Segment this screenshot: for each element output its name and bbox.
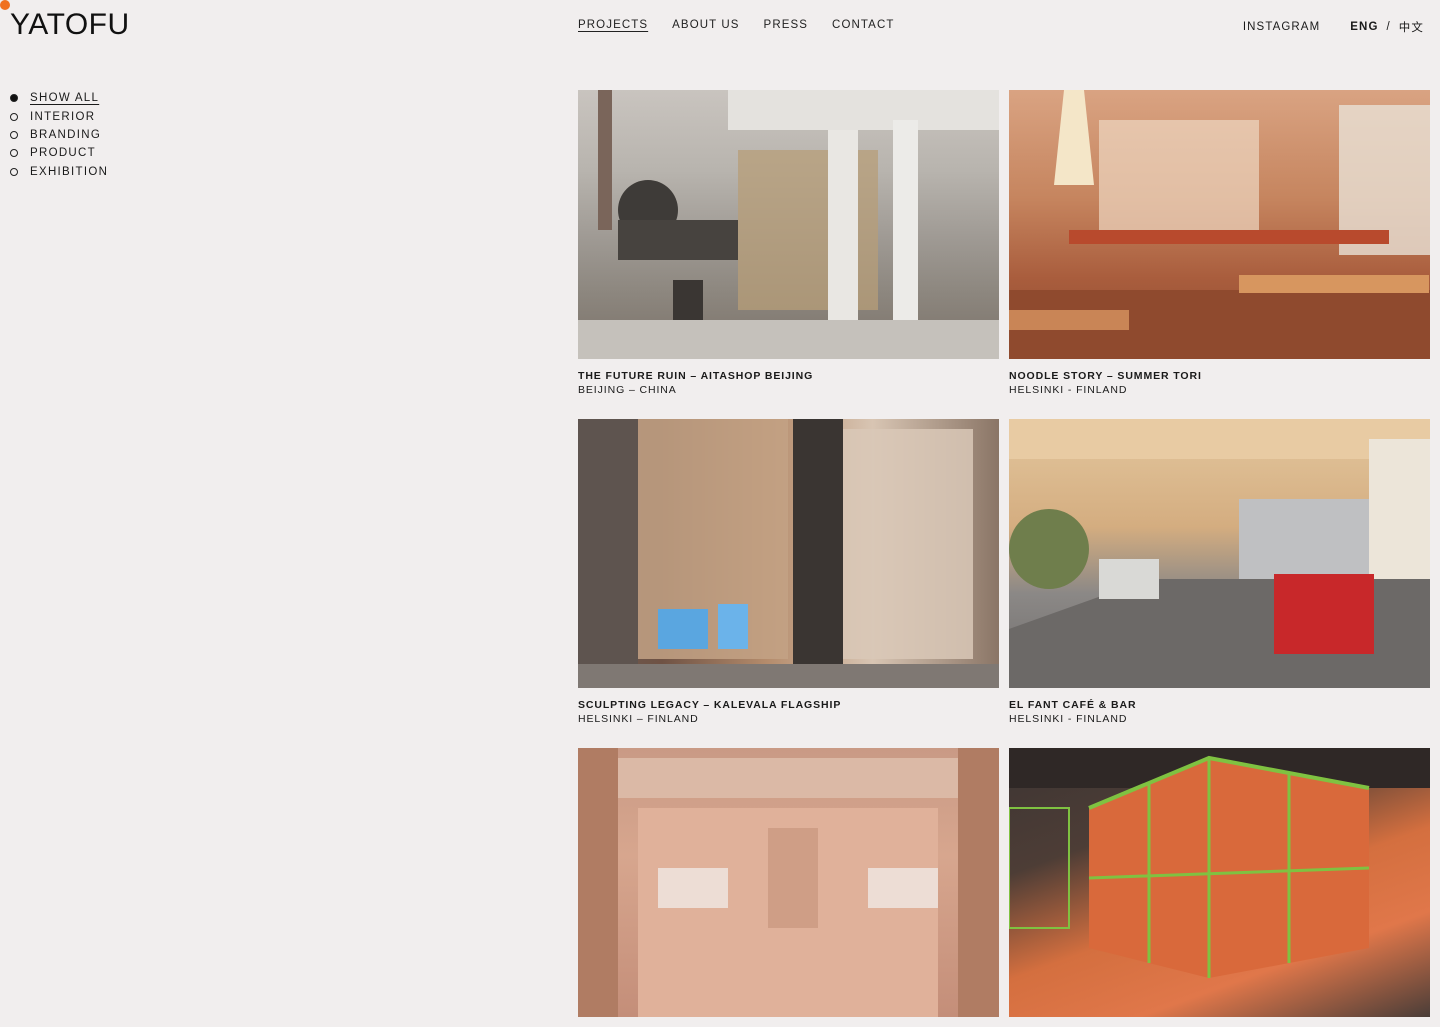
project-image[interactable] bbox=[1009, 419, 1430, 688]
filter-interior[interactable]: INTERIOR bbox=[10, 107, 108, 125]
project-card[interactable]: SCULPTING LEGACY – KALEVALA FLAGSHIP HEL… bbox=[578, 419, 999, 726]
filter-label: PRODUCT bbox=[30, 147, 96, 160]
building-illustration bbox=[578, 90, 999, 359]
radio-icon bbox=[10, 149, 18, 158]
language-english[interactable]: ENG bbox=[1350, 21, 1378, 33]
project-card[interactable] bbox=[578, 748, 999, 1027]
project-image[interactable] bbox=[578, 748, 999, 1017]
project-image[interactable] bbox=[578, 90, 999, 359]
utility-nav: INSTAGRAM ENG / 中文 bbox=[1243, 19, 1424, 35]
project-location: HELSINKI - FINLAND bbox=[1009, 713, 1128, 725]
instagram-link[interactable]: INSTAGRAM bbox=[1243, 21, 1320, 33]
radio-selected-icon bbox=[10, 94, 18, 103]
nav-projects[interactable]: PROJECTS bbox=[578, 19, 648, 31]
project-card[interactable]: NOODLE STORY – SUMMER TORI HELSINKI - FI… bbox=[1009, 90, 1430, 397]
filter-label: BRANDING bbox=[30, 128, 102, 141]
language-separator: / bbox=[1386, 21, 1391, 33]
nav-contact[interactable]: CONTACT bbox=[832, 19, 894, 31]
radio-icon bbox=[10, 167, 18, 176]
filter-label: INTERIOR bbox=[30, 110, 96, 123]
logo[interactable]: YATOFU bbox=[10, 9, 130, 41]
filter-branding[interactable]: BRANDING bbox=[10, 126, 108, 144]
category-filters: SHOW ALL INTERIOR BRANDING PRODUCT EXHIB… bbox=[10, 89, 108, 181]
shop-interior-illustration bbox=[578, 748, 999, 1017]
filter-show-all[interactable]: SHOW ALL bbox=[10, 89, 108, 107]
restaurant-illustration bbox=[1009, 90, 1430, 359]
main-nav: PROJECTS ABOUT US PRESS CONTACT bbox=[578, 19, 894, 31]
project-location: HELSINKI - FINLAND bbox=[1009, 384, 1128, 396]
project-card[interactable]: THE FUTURE RUIN – AITASHOP BEIJING BEIJI… bbox=[578, 90, 999, 397]
project-grid: THE FUTURE RUIN – AITASHOP BEIJING BEIJI… bbox=[578, 90, 1430, 1027]
project-title: SCULPTING LEGACY – KALEVALA FLAGSHIP bbox=[578, 699, 842, 711]
exhibition-illustration bbox=[1009, 748, 1430, 978]
project-image[interactable] bbox=[578, 419, 999, 688]
project-image[interactable] bbox=[1009, 90, 1430, 359]
project-card[interactable]: EL FANT CAFÉ & BAR HELSINKI - FINLAND bbox=[1009, 419, 1430, 726]
project-title: NOODLE STORY – SUMMER TORI bbox=[1009, 370, 1202, 382]
filter-exhibition[interactable]: EXHIBITION bbox=[10, 163, 108, 181]
nav-about-us[interactable]: ABOUT US bbox=[672, 19, 739, 31]
project-title: EL FANT CAFÉ & BAR bbox=[1009, 699, 1137, 711]
project-card[interactable] bbox=[1009, 748, 1430, 1027]
accent-dot bbox=[0, 0, 10, 10]
language-chinese[interactable]: 中文 bbox=[1399, 19, 1424, 35]
project-location: HELSINKI – FINLAND bbox=[578, 713, 699, 725]
filter-product[interactable]: PRODUCT bbox=[10, 144, 108, 162]
radio-icon bbox=[10, 130, 18, 139]
project-image[interactable] bbox=[1009, 748, 1430, 1017]
radio-icon bbox=[10, 112, 18, 121]
filter-label: EXHIBITION bbox=[30, 165, 109, 178]
nav-press[interactable]: PRESS bbox=[764, 19, 809, 31]
project-location: BEIJING – CHINA bbox=[578, 384, 677, 396]
project-title: THE FUTURE RUIN – AITASHOP BEIJING bbox=[578, 370, 814, 382]
cafe-illustration bbox=[1009, 419, 1430, 688]
filter-label: SHOW ALL bbox=[30, 92, 100, 105]
storefront-illustration bbox=[578, 419, 999, 688]
